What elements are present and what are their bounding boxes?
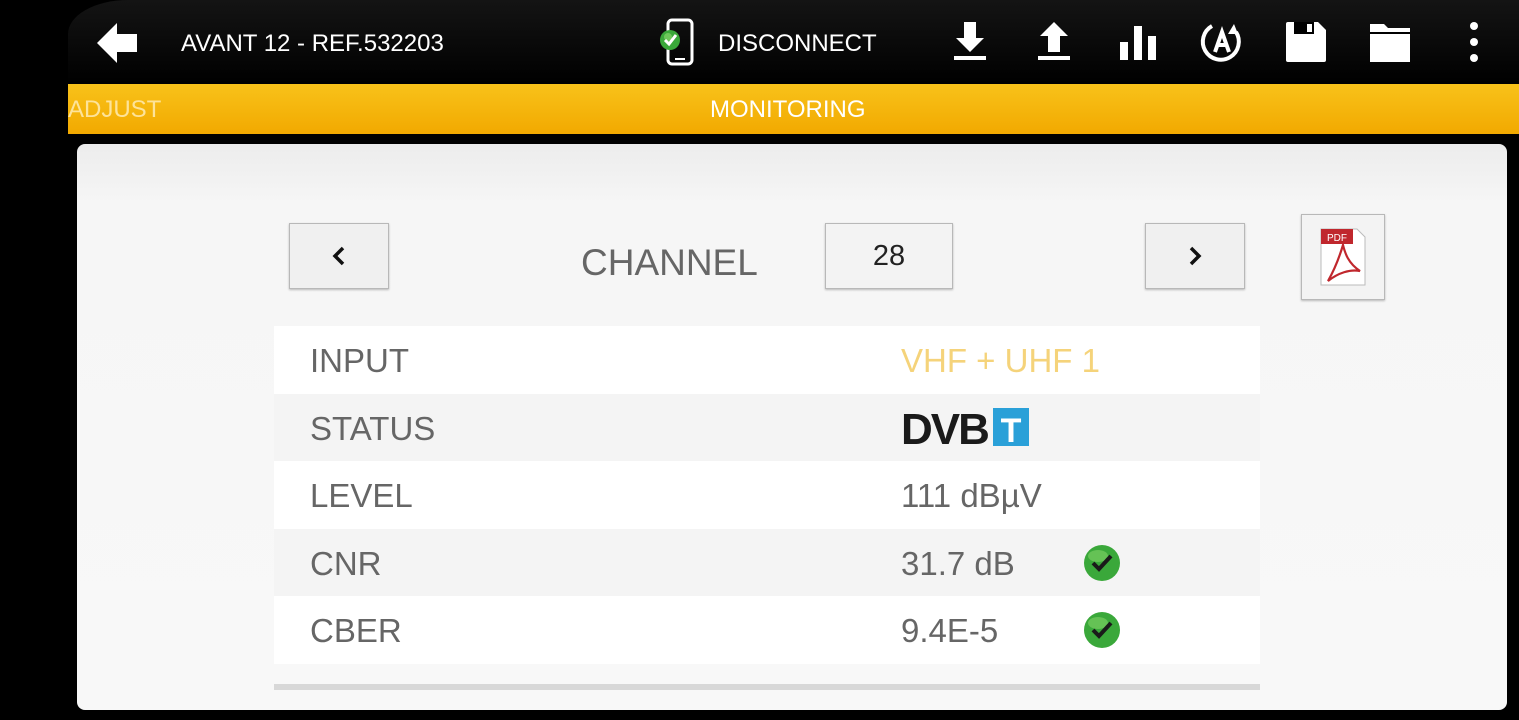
measurement-table: INPUT VHF + UHF 1 STATUS DVB T LEVEL 111… <box>274 326 1260 664</box>
more-vert-icon[interactable] <box>1450 18 1498 66</box>
cnr-value: 31.7 dB <box>901 544 1015 582</box>
scrollbar[interactable] <box>274 684 1260 690</box>
check-ok-icon <box>1084 612 1120 648</box>
measurement-row-cber: CBER 9.4E-5 <box>274 596 1260 664</box>
monitoring-panel: CHANNEL 28 PDF INPUT VHF + UHF 1 STATUS … <box>77 144 1507 710</box>
chevron-left-icon <box>332 246 345 266</box>
row-label: INPUT <box>310 342 409 379</box>
download-icon[interactable] <box>946 18 994 66</box>
disconnect-button[interactable]: DISCONNECT <box>658 18 978 66</box>
back-button[interactable] <box>95 21 139 65</box>
measurement-row-status: STATUS DVB T <box>274 393 1260 461</box>
dvb-t-logo: DVB T <box>901 406 1029 448</box>
input-value: VHF + UHF 1 <box>901 342 1100 379</box>
tab-bar: ADJUST MONITORING <box>68 84 1519 134</box>
save-icon[interactable] <box>1282 18 1330 66</box>
check-ok-icon <box>1084 544 1120 581</box>
row-label: STATUS <box>310 409 436 447</box>
tab-adjust[interactable]: ADJUST <box>68 96 161 124</box>
auto-program-icon[interactable] <box>1198 18 1246 66</box>
cber-value: 9.4E-5 <box>901 612 999 649</box>
app-bar: AVANT 12 - REF.532203 DISCONNECT <box>68 0 1519 84</box>
svg-text:PDF: PDF <box>1327 233 1347 244</box>
svg-text:T: T <box>1001 412 1022 448</box>
next-channel-button[interactable] <box>1145 223 1245 289</box>
channel-label: CHANNEL <box>581 242 758 283</box>
folder-icon[interactable] <box>1366 18 1414 66</box>
row-label: LEVEL <box>310 477 413 514</box>
row-label: CBER <box>310 612 402 649</box>
measurement-row-input: INPUT VHF + UHF 1 <box>274 326 1260 394</box>
measurement-row-cnr: CNR 31.7 dB <box>274 528 1260 596</box>
pdf-icon: PDF <box>1320 228 1366 286</box>
svg-text:DVB: DVB <box>901 406 988 448</box>
chevron-right-icon <box>1189 246 1202 266</box>
previous-channel-button[interactable] <box>289 223 389 289</box>
connected-device-icon <box>660 18 694 66</box>
disconnect-label: DISCONNECT <box>718 30 877 57</box>
back-arrow-icon <box>97 23 137 63</box>
pdf-export-button[interactable]: PDF <box>1301 214 1385 300</box>
channel-value-field[interactable]: 28 <box>825 223 953 289</box>
bar-chart-icon[interactable] <box>1114 18 1162 66</box>
device-title: AVANT 12 - REF.532203 <box>181 30 444 57</box>
level-value: 111 dBµV <box>901 477 1042 514</box>
measurement-row-level: LEVEL 111 dBµV <box>274 461 1260 529</box>
row-label: CNR <box>310 544 382 582</box>
tab-monitoring[interactable]: MONITORING <box>710 96 866 124</box>
upload-icon[interactable] <box>1030 18 1078 66</box>
